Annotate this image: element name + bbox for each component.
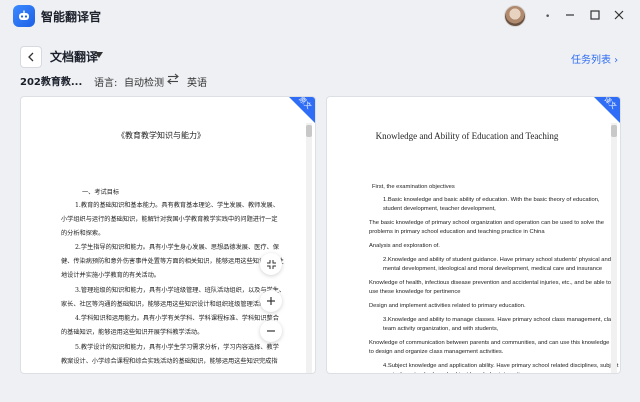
plus-icon (267, 297, 275, 305)
file-name[interactable]: 202教育教... (20, 73, 82, 88)
original-text-line: 小学组织与运行的基础知识，能解针对我国小学教育教学实践中的问题进行一定 (61, 216, 278, 223)
translated-text-line: 1.Basic knowledge and basic ability of e… (383, 197, 600, 203)
original-text-line: 地设计并实施小学教育的有关活动。 (61, 272, 160, 279)
translated-text-line: use these knowledge for pertinence (369, 289, 461, 295)
translated-text-line: 2.Knowledge and ability of student guida… (383, 257, 611, 263)
translated-text-line: Design and implement activities related … (369, 303, 526, 309)
zoom-out-button[interactable] (260, 320, 282, 342)
title-bar: 智能翻译官 • (0, 0, 640, 32)
translated-text-line: First, the examination objectives (372, 184, 455, 190)
fit-screen-icon (266, 259, 276, 269)
chevron-left-icon (28, 52, 34, 62)
translator-logo-icon (13, 5, 35, 27)
translated-text-line: 4.Subject knowledge and application abil… (383, 363, 619, 369)
original-text-line: 的基础知识，能够运用这些知识开展学科教学活动。 (61, 329, 204, 336)
maximize-button[interactable] (586, 6, 604, 24)
translated-document-panel[interactable]: Knowledge and Ability of Education and T… (326, 96, 621, 374)
original-document: 《教育教学知识与能力》 一、考试目标 1.教育的基础知识和基本能力。具有教育基本理… (21, 97, 301, 373)
translated-text-line: curriculum standards and subject knowled… (383, 372, 526, 373)
zoom-in-button[interactable] (260, 290, 282, 312)
original-text-line: 3.管理班级的知识和能力，具有小学班级管理、班队活动组织，以及与学生、 (75, 287, 286, 294)
page-title[interactable]: 文档翻译 (50, 48, 98, 65)
app-title: 智能翻译官 (41, 10, 102, 24)
back-button[interactable] (20, 46, 42, 68)
translated-scrollbar-thumb[interactable] (611, 125, 617, 137)
more-dot-icon[interactable]: • (545, 12, 550, 22)
translated-text-line: to design and organize class management … (369, 349, 504, 355)
avatar[interactable] (504, 5, 526, 27)
original-scrollbar-thumb[interactable] (306, 125, 312, 137)
translated-text-line: mental development, ideological and mora… (383, 266, 603, 272)
close-button[interactable] (610, 6, 628, 24)
original-text-line: 的分析和探索。 (61, 230, 105, 237)
original-text-line: 教案设计、小学综合课程和综合实践活动的基础知识，能够运用这些知识完成指 (61, 358, 278, 365)
language-label: 语言: (94, 78, 118, 89)
target-language-select[interactable]: 英语 (187, 74, 207, 89)
translated-text-line: The basic knowledge of primary school or… (369, 220, 604, 226)
original-text-line: 家长、社区等沟通的基础知识，能够运用这些知识设计和组织班级管理活动。 (61, 301, 272, 308)
original-scrollbar[interactable] (306, 123, 312, 373)
task-list-label: 任务列表 (571, 55, 611, 66)
translated-text-line: Knowledge of communication between paren… (369, 340, 610, 346)
caret-down-icon[interactable] (95, 52, 103, 58)
translated-text-line: Analysis and exploration of. (369, 243, 440, 249)
swap-arrows-icon[interactable] (166, 72, 180, 86)
translated-text-line: 3.Knowledge and ability to manage classe… (383, 317, 617, 323)
minus-icon (267, 330, 275, 332)
minimize-button[interactable] (561, 6, 579, 24)
translated-document: Knowledge and Ability of Education and T… (327, 97, 618, 373)
task-list-link[interactable]: 任务列表 › (571, 51, 618, 66)
translated-text-line: team activity organization, and with stu… (383, 326, 499, 332)
translated-title: Knowledge and Ability of Education and T… (375, 131, 559, 141)
fit-screen-button[interactable] (260, 253, 282, 275)
app-window: 智能翻译官 • 文档翻译 任务列表 › 202教育教... 语言: 自动检测 英… (0, 0, 640, 402)
translated-scrollbar[interactable] (611, 123, 617, 373)
original-text-line: 2.学生指导的知识和能力。具有小学生身心发展、思想品德发展、医疗、保 (75, 244, 279, 251)
original-text-line: 4.学科知识和运用能力。具有小学有关学科、学科课程标准、学科知识整合 (75, 315, 279, 322)
translated-text-line: problems in primary school education and… (369, 229, 545, 235)
original-text-line: 5.教学设计的知识和能力，具有小学生学习需求分析，学习内容选择、教学 (75, 344, 279, 351)
source-language-select[interactable]: 自动检测 (124, 74, 164, 89)
original-text-line: 1.教育的基础知识和基本能力。具有教育基本理论、学生发展、教师发展、 (75, 202, 279, 209)
translated-text-line: Knowledge of health, infectious disease … (369, 280, 612, 286)
translated-text-line: student development, teacher development… (383, 206, 496, 212)
original-text-line: 健、传染病预防和意外伤害事件处置等方面的相关知识，能够运用这些知识针对性 (61, 258, 284, 265)
original-title: 《教育教学知识与能力》 (117, 131, 205, 140)
original-text-line: 一、考试目标 (82, 189, 120, 196)
